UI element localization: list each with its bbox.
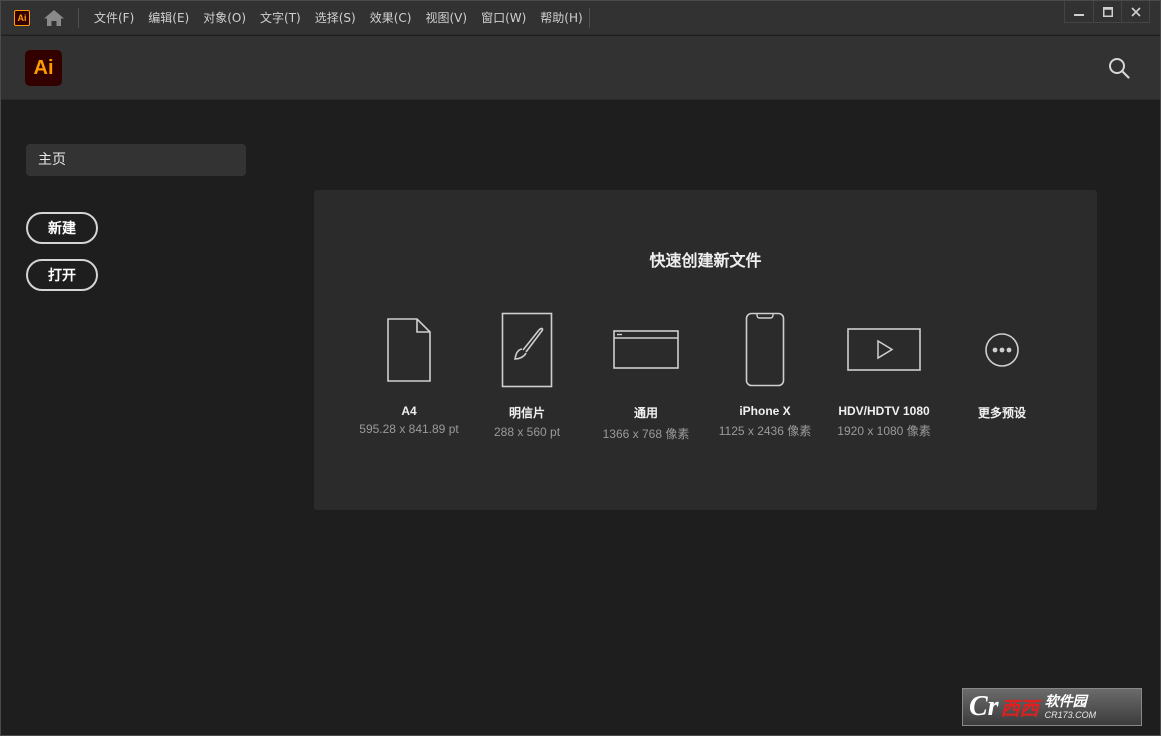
preset-name: 通用 [633, 406, 658, 420]
video-play-icon [824, 310, 944, 390]
preset-size: 1920 x 1080 像素 [837, 424, 931, 438]
preset-name: A4 [401, 404, 417, 418]
menu-separator [589, 8, 590, 28]
menu-type[interactable]: 文字(T) [253, 1, 308, 35]
quick-create-panel: 快速创建新文件 A4 595.28 x 841.89 pt 明信片 288 x … [314, 190, 1097, 510]
preset-more[interactable]: 更多预设 [942, 310, 1062, 421]
watermark-logo: Cr 西西 软件园 CR173.COM [962, 688, 1142, 726]
preset-size: 595.28 x 841.89 pt [359, 422, 459, 436]
more-icon [942, 310, 1062, 390]
preset-size: 1125 x 2436 像素 [718, 424, 812, 438]
preset-size: 288 x 560 pt [493, 425, 561, 439]
app-mini-logo: Ai [14, 10, 30, 26]
panel-title: 快速创建新文件 [649, 251, 762, 270]
menu-view[interactable]: 视图(V) [418, 1, 474, 35]
home-icon[interactable] [43, 9, 65, 27]
app-header: Ai [1, 36, 1160, 100]
menu-edit[interactable]: 编辑(E) [141, 1, 196, 35]
menu-select[interactable]: 选择(S) [308, 1, 363, 35]
watermark-cr: Cr [969, 691, 999, 722]
minimize-icon[interactable] [1065, 1, 1093, 22]
menu-bar: Ai 文件(F) 编辑(E) 对象(O) 文字(T) 选择(S) 效果(C) 视… [1, 1, 1160, 35]
app-logo: Ai [25, 50, 62, 86]
maximize-icon[interactable] [1093, 1, 1121, 22]
preset-postcard[interactable]: 明信片 288 x 560 pt [467, 310, 587, 439]
menu-separator [78, 8, 79, 28]
menu-effect[interactable]: 效果(C) [363, 1, 419, 35]
preset-a4[interactable]: A4 595.28 x 841.89 pt [349, 310, 469, 436]
window-controls [1064, 1, 1150, 23]
preset-name: HDV/HDTV 1080 [838, 404, 930, 418]
watermark-red: 西西 [1000, 697, 1039, 720]
watermark-text: 软件园 CR173.COM [1045, 694, 1097, 721]
watermark-soft: 软件园 [1044, 693, 1087, 710]
preset-hdtv[interactable]: HDV/HDTV 1080 1920 x 1080 像素 [824, 310, 944, 439]
watermark-url: CR173.COM [1044, 709, 1097, 720]
close-icon[interactable] [1121, 1, 1149, 22]
open-button[interactable]: 打开 [26, 259, 98, 291]
preset-name: 明信片 [508, 406, 545, 420]
preset-general[interactable]: 通用 1366 x 768 像素 [586, 310, 706, 442]
preset-size: 1366 x 768 像素 [602, 427, 690, 441]
new-button[interactable]: 新建 [26, 212, 98, 244]
phone-icon [705, 310, 825, 390]
menu-items: 文件(F) 编辑(E) 对象(O) 文字(T) 选择(S) 效果(C) 视图(V… [87, 1, 590, 35]
menu-file[interactable]: 文件(F) [87, 1, 141, 35]
search-icon[interactable] [1108, 57, 1130, 79]
preset-iphone-x[interactable]: iPhone X 1125 x 2436 像素 [705, 310, 825, 439]
menu-object[interactable]: 对象(O) [196, 1, 253, 35]
app-window: Ai 文件(F) 编辑(E) 对象(O) 文字(T) 选择(S) 效果(C) 视… [0, 0, 1161, 736]
browser-window-icon [586, 310, 706, 390]
menu-window[interactable]: 窗口(W) [474, 1, 533, 35]
menu-help[interactable]: 帮助(H) [533, 1, 589, 35]
preset-name: 更多预设 [977, 406, 1026, 420]
brush-card-icon [467, 310, 587, 390]
document-icon [349, 310, 469, 390]
sidebar-item-home[interactable]: 主页 [26, 144, 246, 176]
preset-name: iPhone X [739, 404, 791, 418]
